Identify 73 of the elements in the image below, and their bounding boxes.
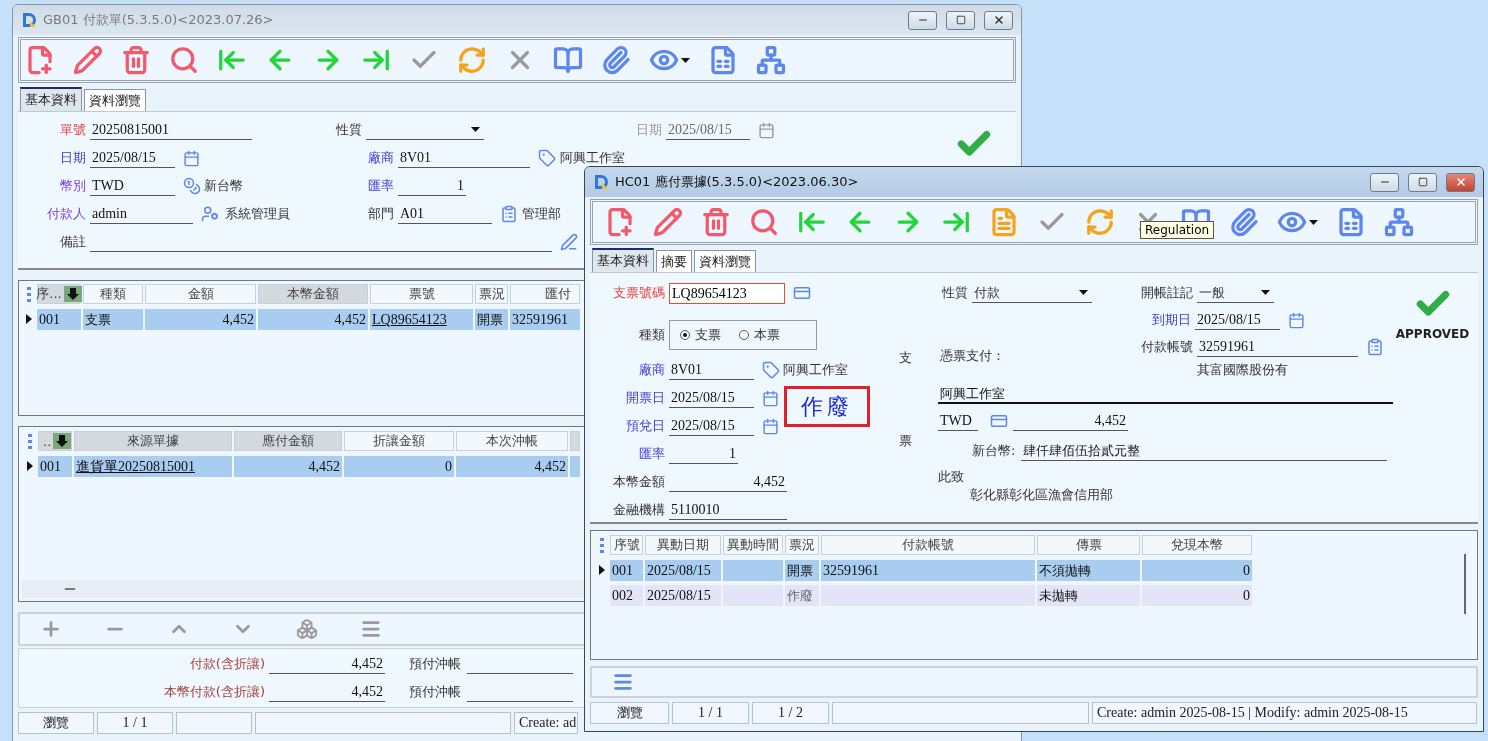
table-cell: 4,452 xyxy=(258,308,368,330)
field-label: 到期日 xyxy=(1151,311,1192,329)
total-label: 付款(含折讓) xyxy=(188,655,266,673)
field-label: 種類 xyxy=(638,326,666,344)
field-label: 支票號碼 xyxy=(612,284,666,302)
table-cell: 0 xyxy=(1142,584,1252,606)
field-label: 備註 xyxy=(59,233,87,251)
status-mode: 瀏覽 xyxy=(590,702,669,724)
table-cell: 開票 xyxy=(785,559,819,581)
field-label: 本幣金額 xyxy=(612,473,666,491)
field-label: 日期 xyxy=(59,149,87,167)
field-label: 性質 xyxy=(335,121,363,139)
radio-label: 支票 xyxy=(695,326,721,344)
total-label: 預付沖帳 xyxy=(409,655,461,673)
table-cell: 001 xyxy=(610,559,643,581)
regulation-tooltip: Regulation xyxy=(1140,221,1215,239)
pay-to-label: 憑票支付： xyxy=(939,347,1005,365)
table-cell: 4,452 xyxy=(234,455,342,477)
vendor-name: 阿興工作室 xyxy=(783,361,848,379)
field-label: 付款帳號 xyxy=(1140,338,1194,356)
table-cell: 未拋轉 xyxy=(1037,584,1140,606)
status-info: Create: ad xyxy=(514,712,578,734)
cheque-side-label: 支 xyxy=(898,349,912,367)
field-label: 預兌日 xyxy=(625,417,666,435)
table-cell: 001 xyxy=(37,308,81,330)
table-cell: 2025/08/15 xyxy=(645,584,721,606)
table-cell: 4,452 xyxy=(456,455,568,477)
record-counter: 1 / 1 xyxy=(97,712,173,734)
table-cell: 開票 xyxy=(475,308,508,330)
page-counter: 1 / 2 xyxy=(752,702,829,724)
total-label: 預付沖帳 xyxy=(409,683,461,701)
approved-label: APPROVED xyxy=(1395,327,1470,341)
amount-words-label: 新台幣: xyxy=(972,442,1016,460)
account-name: 其富國際股份有 xyxy=(1196,361,1288,379)
field-label: 開票日 xyxy=(625,389,666,407)
field-label: 開帳註記 xyxy=(1140,284,1194,302)
radio-label: 本票 xyxy=(754,326,780,344)
currency-name: 新台幣 xyxy=(204,177,243,195)
table-cell: 4,452 xyxy=(145,308,256,330)
table-cell: 32591961 xyxy=(510,308,580,330)
field-label: 性質 xyxy=(941,284,969,302)
table-cell: 002 xyxy=(610,584,643,606)
bank-name: 彰化縣彰化區漁會信用部 xyxy=(970,486,1113,504)
payer-name: 系統管理員 xyxy=(225,205,290,223)
field-label: 匯率 xyxy=(638,445,666,463)
field-label: 幣別 xyxy=(59,177,87,195)
void-stamp: 作廢 xyxy=(784,386,870,427)
closing-text: 此致 xyxy=(938,468,964,486)
total-label: 本幣付款(含折讓) xyxy=(162,683,266,701)
field-label: 金融機構 xyxy=(612,501,666,519)
table-cell: 32591961 xyxy=(821,559,1035,581)
field-label: 匯率 xyxy=(367,177,395,195)
table-cell: 0 xyxy=(344,455,454,477)
table-cell: 2025/08/15 xyxy=(645,559,721,581)
table-cell: 001 xyxy=(38,455,72,477)
table-cell: 不須拋轉 xyxy=(1037,559,1140,581)
status-mode: 瀏覽 xyxy=(18,712,94,734)
vendor-name: 阿興工作室 xyxy=(560,149,625,167)
table-cell: 0 xyxy=(1142,559,1252,581)
field-label: 廠商 xyxy=(638,361,666,379)
table-cell: 作廢 xyxy=(785,584,819,606)
record-counter: 1 / 1 xyxy=(672,702,749,724)
cheque-side-label: 票 xyxy=(898,432,912,450)
field-label: 日期 xyxy=(635,121,663,139)
table-cell: 支票 xyxy=(83,308,143,330)
window-title: GB01 付款單(5.3.5.0)<2023.07.26> xyxy=(43,11,274,29)
department-name: 管理部 xyxy=(522,205,561,223)
field-label: 付款人 xyxy=(46,205,87,223)
field-label: 單號 xyxy=(59,121,87,139)
window-title: HC01 應付票據(5.3.5.0)<2023.06.30> xyxy=(615,173,859,191)
field-label: 部門 xyxy=(367,205,395,223)
status-info: Create: admin 2025-08-15 | Modify: admin 2025-08-15 xyxy=(1092,702,1477,724)
field-label: 廠商 xyxy=(367,149,395,167)
